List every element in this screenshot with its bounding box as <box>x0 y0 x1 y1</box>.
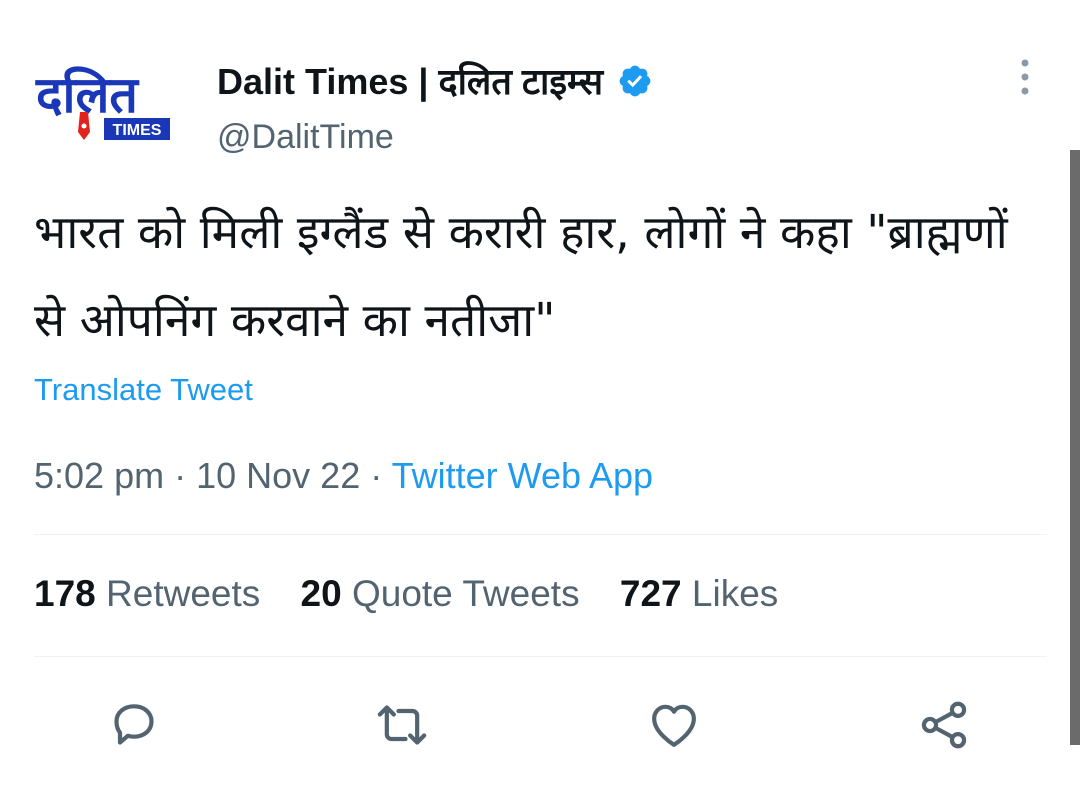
retweet-button[interactable] <box>372 695 432 755</box>
divider <box>34 656 1047 657</box>
tweet-detail-page: दलित TIMES Dalit Times | दलित टाइम्स @Da… <box>0 0 1080 786</box>
retweets-count: 178 <box>34 573 96 614</box>
translate-tweet-link[interactable]: Translate Tweet <box>34 372 253 408</box>
tweet-date[interactable]: 10 Nov 22 <box>196 455 360 496</box>
tweet-time[interactable]: 5:02 pm <box>34 455 164 496</box>
like-button[interactable] <box>644 695 704 755</box>
author-name[interactable]: Dalit Times | दलित टाइम्स <box>217 56 653 105</box>
likes-stat[interactable]: 727 Likes <box>620 573 778 614</box>
retweet-icon <box>377 705 427 745</box>
meta-separator: · <box>174 455 187 496</box>
divider <box>34 534 1047 535</box>
author-handle[interactable]: @DalitTime <box>217 118 394 157</box>
engagement-stats: 178 Retweets 20 Quote Tweets 727 Likes <box>34 573 808 615</box>
share-button[interactable] <box>914 695 974 755</box>
heart-icon <box>652 704 696 747</box>
reply-button[interactable] <box>104 695 164 755</box>
quote-tweets-count: 20 <box>300 573 342 614</box>
retweets-stat[interactable]: 178 Retweets <box>34 573 271 614</box>
dalit-times-logo: दलित TIMES <box>35 66 170 140</box>
reply-icon <box>114 704 154 745</box>
quote-tweets-label: Quote Tweets <box>351 573 580 614</box>
likes-count: 727 <box>619 573 682 614</box>
logo-badge-text: TIMES <box>113 122 162 139</box>
quote-tweets-stat[interactable]: 20 Quote Tweets <box>301 573 590 614</box>
more-options-icon[interactable] <box>1012 58 1038 96</box>
retweets-label: Retweets <box>106 573 261 614</box>
avatar[interactable]: दलित TIMES <box>34 60 182 150</box>
scrollbar[interactable] <box>1070 150 1080 745</box>
author-name-label[interactable]: Dalit Times | दलित टाइम्स <box>217 56 603 105</box>
tweet-text: भारत को मिली इग्लैंड से करारी हार, लोगों… <box>34 205 1008 347</box>
meta-separator: · <box>370 455 383 496</box>
likes-label: Likes <box>691 573 779 614</box>
tweet-metadata: 5:02 pm · 10 Nov 22 · Twitter Web App <box>34 455 653 497</box>
share-icon <box>921 701 967 749</box>
verified-badge-icon <box>619 65 651 96</box>
tweet-source-link[interactable]: Twitter Web App <box>392 455 653 496</box>
